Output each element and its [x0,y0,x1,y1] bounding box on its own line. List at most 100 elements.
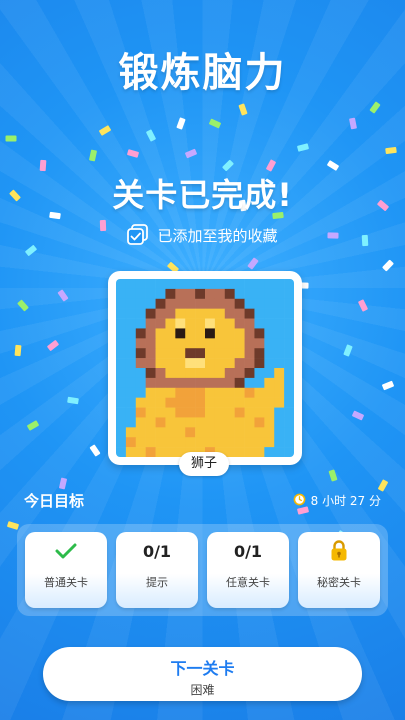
pixel-cell [274,387,285,398]
pixel-cell [244,358,255,369]
pixel-cell [264,447,275,457]
pixel-cell [254,318,265,329]
pixel-cell [205,338,216,349]
goal-tile-hint[interactable]: 0/1 提示 [116,532,198,608]
pixel-cell [234,298,245,309]
pixel-cell [145,279,156,290]
pixel-cell [195,417,206,428]
pixel-cell [155,308,166,319]
pixel-cell [155,368,166,379]
goal-timer-text: 8 小时 27 分 [310,494,381,508]
pixel-cell [185,407,196,418]
pixel-cell [145,377,156,389]
pixel-cell [234,358,245,369]
pixel-cell [155,298,166,309]
collection-icon [127,224,149,246]
pixel-cell [116,387,127,398]
pixel-cell [264,348,275,359]
pixel-cell [284,437,294,448]
pixel-cell [185,368,196,379]
pixel-cell [274,397,285,408]
pixel-cell [195,308,206,319]
pixel-cell [214,417,226,428]
pixel-cell [155,437,166,448]
pixel-cell [165,368,176,379]
pixel-cell [165,338,176,349]
goal-tile-any-level[interactable]: 0/1 任意关卡 [207,532,289,608]
pixel-cell [244,328,255,339]
pixel-cell [165,397,176,408]
pixel-cell [195,298,206,309]
pixel-cell [145,338,156,349]
pixel-cell [155,279,166,290]
pixel-cell [185,417,196,428]
pixel-cell [205,298,216,309]
pixel-cell [264,288,275,300]
pixel-cell [284,407,294,418]
pixel-cell [185,397,196,408]
pixel-cell [214,397,226,408]
pixel-cell [116,368,127,379]
pixel-cell [274,348,285,359]
goal-tile-normal-level[interactable]: 普通关卡 [25,532,107,608]
pixel-cell [234,338,245,349]
pixel-cell [135,308,146,319]
pixel-cell [125,427,137,438]
pixel-cell [165,407,176,418]
pixel-cell [244,427,255,438]
pixel-cell [224,358,235,369]
pixel-cell [284,298,294,309]
pixel-cell [165,447,176,457]
pixel-cell [274,318,285,329]
daily-goal-title: 今日目标 [24,492,85,510]
level-complete-heading: 关卡已完成! [112,176,293,214]
pixel-cell [165,427,176,438]
pixel-cell [264,417,275,428]
pixel-cell [224,338,235,349]
pixel-cell [264,308,275,319]
goal-tile-progress: 0/1 [233,541,263,561]
pixel-cell [116,397,127,408]
pixel-cell [264,298,275,309]
pixel-cell [254,437,265,448]
pixel-cell [155,407,166,418]
pixel-cell [284,279,294,290]
goal-tile-label: 提示 [146,576,168,589]
pixel-cell [175,427,186,438]
pixel-cell [244,298,255,309]
pixel-cell [254,348,265,359]
pixel-cell [145,368,156,379]
pixel-cell [274,427,285,438]
goal-tile-secret-level[interactable]: 秘密关卡 [298,532,380,608]
pixel-cell [135,377,146,389]
pixel-cell [145,308,156,319]
next-level-button[interactable]: 下一关卡 困难 [43,647,362,701]
pixel-cell [205,279,216,290]
pixel-cell [234,437,245,448]
pixel-cell [116,407,127,418]
pixel-cell [284,387,294,398]
pixel-cell [175,298,186,309]
pixel-cell [284,338,294,349]
pixel-cell [244,407,255,418]
pixel-cell [224,407,235,418]
pixel-cell [274,358,285,369]
pixel-cell [234,308,245,319]
pixel-cell [116,417,127,428]
pixel-cell [244,397,255,408]
pixel-cell [175,407,186,418]
pixel-cell [264,358,275,369]
pixel-cell [195,338,206,349]
artwork-card[interactable] [108,271,302,465]
pixel-cell [125,338,137,349]
pixel-cell [165,288,176,300]
pixel-cell [224,279,235,290]
daily-goal-panel: 普通关卡 0/1 提示 0/1 任意关卡 秘密关卡 [17,524,388,616]
pixel-cell [254,338,265,349]
pixel-cell [264,377,275,389]
pixel-cell [165,298,176,309]
pixel-cell [254,447,265,457]
pixel-cell [214,377,226,389]
pixel-cell [125,328,137,339]
lion-pixel-art [116,279,294,457]
